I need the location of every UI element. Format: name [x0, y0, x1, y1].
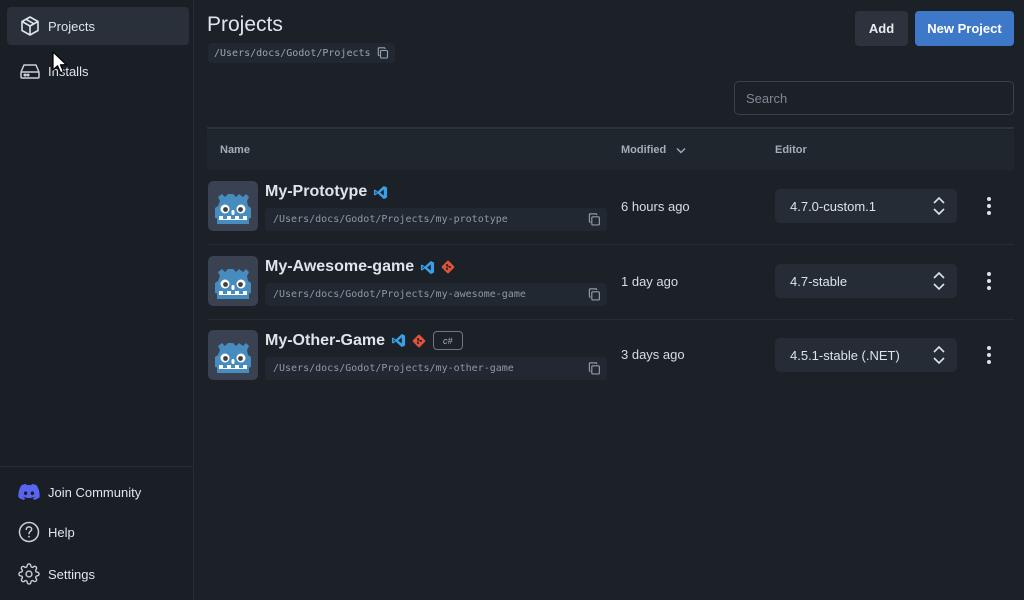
copy-icon[interactable] — [588, 288, 601, 304]
more-options-icon[interactable] — [979, 192, 999, 220]
editor-version-value: 4.7.0-custom.1 — [790, 198, 876, 214]
editor-version-value: 4.5.1-stable (.NET) — [790, 347, 900, 363]
package-icon — [19, 15, 41, 37]
git-icon — [441, 260, 455, 274]
sidebar: Projects Installs Join Community Help Se… — [0, 0, 194, 600]
column-editor[interactable]: Editor — [775, 144, 807, 156]
sidebar-item-label: Projects — [48, 18, 95, 34]
search-input[interactable] — [734, 81, 1014, 115]
bottom-item-label: Help — [48, 524, 75, 540]
sidebar-item-installs[interactable]: Installs — [7, 52, 189, 90]
drive-icon — [19, 60, 41, 82]
table-divider — [207, 127, 1014, 129]
editor-version-select[interactable]: 4.5.1-stable (.NET) — [775, 338, 957, 372]
vscode-icon — [391, 333, 406, 348]
project-name: My-Awesome-game — [265, 258, 455, 276]
git-icon — [412, 334, 426, 348]
page-title: Projects — [207, 13, 283, 36]
bottom-item-label: Settings — [48, 566, 95, 582]
column-modified-label: Modified — [621, 144, 667, 156]
project-name: My-Other-Game c# — [265, 331, 463, 350]
add-button[interactable]: Add — [855, 11, 908, 46]
chevron-down-icon — [676, 147, 686, 154]
sidebar-item-projects[interactable]: Projects — [7, 7, 189, 45]
settings-link[interactable]: Settings — [7, 557, 189, 591]
project-name-text: My-Other-Game — [265, 331, 386, 349]
project-name-text: My-Awesome-game — [265, 258, 415, 275]
table-header: Name Modified Editor — [207, 130, 1014, 170]
more-options-icon[interactable] — [979, 341, 999, 369]
copy-icon[interactable] — [588, 362, 601, 378]
editor-version-value: 4.7-stable — [790, 273, 848, 289]
modified-time: 6 hours ago — [621, 199, 690, 214]
chevron-up-down-icon — [932, 195, 946, 220]
chevron-up-down-icon — [932, 270, 946, 295]
godot-icon — [208, 181, 258, 231]
project-name-text: My-Prototype — [265, 183, 368, 200]
godot-icon — [208, 256, 258, 306]
copy-icon[interactable] — [377, 47, 389, 59]
join-community-link[interactable]: Join Community — [7, 475, 189, 509]
help-link[interactable]: Help — [7, 515, 189, 549]
project-path: /Users/docs/Godot/Projects/my-other-game — [265, 357, 607, 380]
bottom-item-label: Join Community — [48, 484, 142, 500]
column-modified[interactable]: Modified — [621, 144, 686, 156]
new-project-button[interactable]: New Project — [915, 11, 1014, 46]
csharp-badge: c# — [433, 331, 463, 350]
modified-time: 1 day ago — [621, 274, 679, 289]
sidebar-divider — [0, 466, 193, 467]
chevron-up-down-icon — [932, 344, 946, 369]
mouse-cursor-icon — [52, 51, 68, 80]
project-path: /Users/docs/Godot/Projects/my-prototype — [265, 208, 607, 231]
editor-version-select[interactable]: 4.7-stable — [775, 264, 957, 298]
projects-path: /Users/docs/Godot/Projects — [208, 43, 395, 63]
projects-path-text: /Users/docs/Godot/Projects — [214, 47, 371, 59]
godot-icon — [208, 330, 258, 380]
project-path-text: /Users/docs/Godot/Projects/my-prototype — [273, 214, 508, 225]
vscode-icon — [373, 185, 388, 200]
project-path-text: /Users/docs/Godot/Projects/my-other-game — [273, 363, 514, 374]
table-row[interactable]: My-Other-Game c# /Users/docs/Godot/Proje… — [207, 319, 1014, 394]
table-row[interactable]: My-Awesome-game /Users/docs/Godot/Projec… — [207, 245, 1014, 320]
modified-time: 3 days ago — [621, 347, 685, 362]
copy-icon[interactable] — [588, 213, 601, 229]
help-icon — [18, 521, 40, 543]
project-name: My-Prototype — [265, 183, 388, 201]
vscode-icon — [420, 260, 435, 275]
discord-icon — [18, 481, 40, 503]
gear-icon — [18, 563, 40, 585]
column-name[interactable]: Name — [220, 144, 250, 156]
project-path: /Users/docs/Godot/Projects/my-awesome-ga… — [265, 283, 607, 306]
editor-version-select[interactable]: 4.7.0-custom.1 — [775, 189, 957, 223]
more-options-icon[interactable] — [979, 267, 999, 295]
project-path-text: /Users/docs/Godot/Projects/my-awesome-ga… — [273, 289, 526, 300]
table-row[interactable]: My-Prototype /Users/docs/Godot/Projects/… — [207, 170, 1014, 245]
